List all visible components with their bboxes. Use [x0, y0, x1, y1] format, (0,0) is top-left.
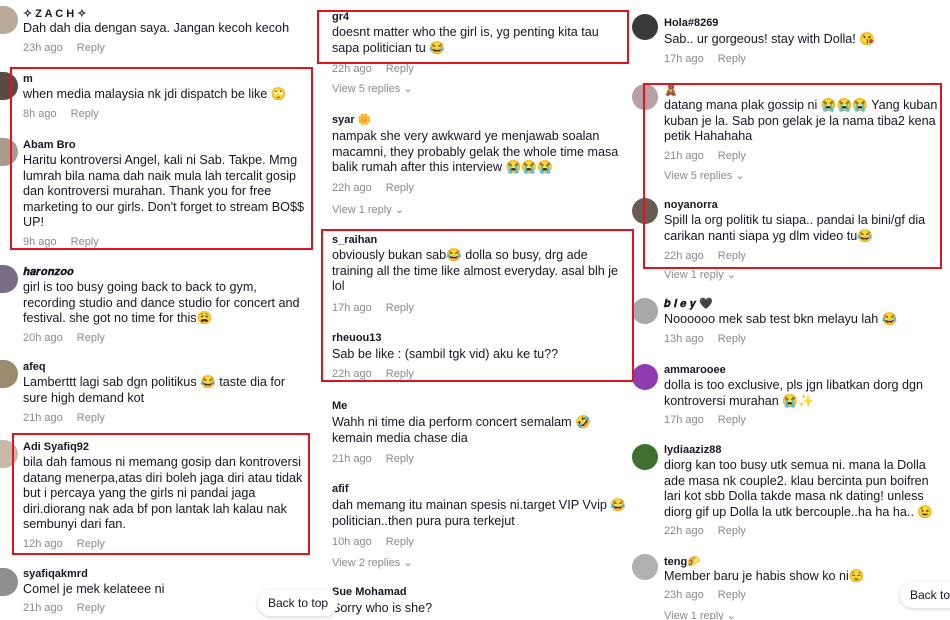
comment-meta: 17h ago Reply [664, 53, 760, 65]
reply-button[interactable]: Reply [77, 42, 105, 54]
comment-time: 20h ago [23, 332, 63, 344]
avatar[interactable] [632, 364, 658, 390]
view-replies-button[interactable]: View 1 reply ⌄ [664, 609, 736, 620]
reply-button[interactable]: Reply [718, 414, 746, 426]
comment-meta: 23h ago Reply [23, 42, 119, 54]
reply-button[interactable]: Reply [77, 412, 105, 424]
reply-button[interactable]: Reply [718, 333, 746, 345]
avatar[interactable] [0, 6, 18, 34]
comment-text: diorg kan too busy utk semua ni. mana la… [664, 458, 934, 519]
comment-time: 13h ago [664, 333, 704, 345]
comment-meta: 20h ago Reply [23, 332, 119, 344]
comment-meta: 21h ago Reply [23, 412, 119, 424]
comment-username[interactable]: teng🌮 [664, 555, 701, 568]
comment-username[interactable]: 𝒉𝒂𝒓𝒐𝒏𝒛𝒐𝒐 [23, 266, 74, 279]
comment-text: Dah dah dia dengan saya. Jangan kecoh ke… [23, 21, 290, 35]
avatar[interactable] [0, 265, 18, 293]
comment-time: 21h ago [23, 412, 63, 424]
view-replies-label: View 1 reply [664, 269, 724, 281]
comment-meta: 22h ago Reply [664, 525, 760, 537]
comment-time: 23h ago [23, 42, 63, 54]
avatar[interactable] [632, 298, 658, 324]
comment-username[interactable]: ammarooee [664, 364, 726, 376]
avatar[interactable] [632, 444, 658, 470]
comment-username[interactable]: lydiaaziz88 [664, 444, 721, 456]
highlight-box [10, 67, 313, 250]
column-cover [318, 0, 630, 620]
comment-text: Sab.. ur gorgeous! stay with Dolla! 😘 [664, 32, 875, 46]
chevron-down-icon: ⌄ [726, 610, 736, 620]
comment-text: Lamberttt lagi sab dgn politikus 😂 taste… [23, 375, 286, 405]
avatar[interactable] [0, 568, 18, 596]
reply-button[interactable]: Reply [77, 602, 105, 614]
comment-username[interactable]: 𝒃 𝒊 𝒆 𝒚 🖤 [664, 297, 713, 311]
chevron-down-icon: ⌄ [726, 269, 736, 281]
avatar[interactable] [632, 14, 658, 40]
comment-meta: 23h ago Reply [664, 589, 760, 601]
comment-meta: 21h ago Reply [23, 602, 119, 614]
comment-time: 21h ago [23, 602, 63, 614]
highlight-box [12, 433, 310, 555]
comment-time: 23h ago [664, 589, 704, 601]
reply-button[interactable]: Reply [718, 525, 746, 537]
comment-username[interactable]: afeq [23, 361, 46, 373]
view-replies-label: View 1 reply [664, 610, 724, 620]
comment-text: Noooooo mek sab test bkn melayu lah 😂 [664, 312, 898, 326]
reply-button[interactable]: Reply [718, 589, 746, 601]
comment-text: girl is too busy going back to back to g… [23, 280, 300, 325]
avatar[interactable] [0, 360, 18, 388]
comment-time: 17h ago [664, 53, 704, 65]
avatar[interactable] [632, 554, 658, 580]
comment-username[interactable]: ✧ Z A C H ✧ [23, 7, 86, 20]
comment-meta: 13h ago Reply [664, 333, 760, 345]
reply-button[interactable]: Reply [77, 332, 105, 344]
comment-text: Member baru je habis show ko ni😌 [664, 569, 865, 583]
highlight-box [643, 83, 942, 269]
comment-username[interactable]: Hola#8269 [664, 17, 718, 29]
comment-text: dolla is too exclusive, pls jgn libatkan… [664, 378, 924, 408]
back-to-top-button[interactable]: Back to top [900, 582, 950, 608]
comment-meta: 17h ago Reply [664, 414, 760, 426]
reply-button[interactable]: Reply [718, 53, 746, 65]
comment-username[interactable]: syafiqakmrd [23, 568, 88, 580]
comment-time: 17h ago [664, 414, 704, 426]
comment-time: 22h ago [664, 525, 704, 537]
view-replies-button[interactable]: View 1 reply ⌄ [664, 268, 736, 281]
